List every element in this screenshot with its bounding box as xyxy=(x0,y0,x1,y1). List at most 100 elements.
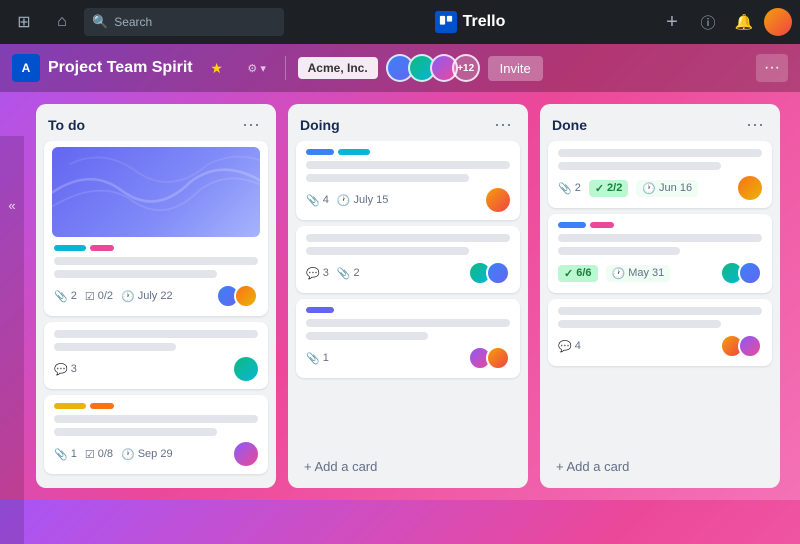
card-6-avatars xyxy=(468,346,510,370)
attachment-count: 📎 2 xyxy=(558,182,581,195)
board-more-btn[interactable]: ··· xyxy=(756,54,788,82)
list-todo-menu[interactable]: ··· xyxy=(238,114,264,135)
checklist-done-value: 6/6 xyxy=(576,267,591,279)
list-done-cards: 📎 2 ✓ 2/2 🕐 Jun 16 xyxy=(540,141,780,447)
done-card-1[interactable]: 📎 2 ✓ 2/2 🕐 Jun 16 xyxy=(548,141,772,208)
board-content: To do ··· xyxy=(0,92,792,500)
list-done-menu[interactable]: ··· xyxy=(742,114,768,135)
checklist-count: ☑ 0/8 xyxy=(85,448,113,461)
doing-card-1[interactable]: 📎 4 🕐 July 15 xyxy=(296,141,520,220)
label-cyan xyxy=(54,245,86,251)
due-date: 🕐 July 15 xyxy=(337,194,389,207)
todo-card-1[interactable]: 📎 2 ☑ 0/2 🕐 July 22 xyxy=(44,141,268,316)
list-done-title: Done xyxy=(552,117,587,133)
title-line-1 xyxy=(306,234,510,242)
nav-right-actions: + ⓘ 🔔 xyxy=(656,6,792,38)
invite-button[interactable]: Invite xyxy=(488,56,543,81)
card-9-title xyxy=(558,307,762,328)
attachment-value: 2 xyxy=(354,267,360,279)
clock-icon: 🕐 xyxy=(121,290,135,303)
card-5-title xyxy=(306,234,510,255)
attachment-value: 1 xyxy=(71,448,77,460)
done-card-2[interactable]: ✓ 6/6 🕐 May 31 xyxy=(548,214,772,293)
card-6-labels xyxy=(306,307,510,313)
label-indigo xyxy=(306,307,334,313)
workspace-badge[interactable]: Acme, Inc. xyxy=(298,57,378,79)
sidebar-toggle[interactable]: « xyxy=(0,136,24,544)
label-cyan xyxy=(338,149,370,155)
title-line-1 xyxy=(54,330,258,338)
title-line-1 xyxy=(306,161,510,169)
user-avatar[interactable] xyxy=(764,8,792,36)
attachment-icon: 📎 xyxy=(306,194,320,207)
checklist-icon: ☑ xyxy=(85,448,95,461)
clock-icon: 🕐 xyxy=(121,448,135,461)
attachment-icon: 📎 xyxy=(558,182,572,195)
card-2-avatar xyxy=(234,357,258,381)
attachment-count: 📎 1 xyxy=(306,352,329,365)
title-line-2 xyxy=(54,270,217,278)
board-menu-btn[interactable]: ⚙ ▾ xyxy=(241,52,273,84)
title-line-1 xyxy=(558,307,762,315)
list-doing: Doing ··· 📎 xyxy=(288,104,528,488)
card-4-meta: 📎 4 🕐 July 15 xyxy=(306,188,510,212)
grid-icon-btn[interactable]: ⊞ xyxy=(8,6,40,38)
attachment-count: 📎 4 xyxy=(306,194,329,207)
title-line-2 xyxy=(558,162,721,170)
card-3-meta: 📎 1 ☑ 0/8 🕐 Sep 29 xyxy=(54,442,258,466)
attachment-value: 2 xyxy=(71,290,77,302)
list-doing-title: Doing xyxy=(300,117,340,133)
card-8-labels xyxy=(558,222,762,228)
checklist-value: 0/8 xyxy=(98,448,113,460)
add-btn[interactable]: + xyxy=(656,6,688,38)
title-line-1 xyxy=(54,415,258,423)
title-line-2 xyxy=(306,174,469,182)
list-doing-menu[interactable]: ··· xyxy=(490,114,516,135)
card-8-avatars xyxy=(720,261,762,285)
done-card-3[interactable]: 💬 4 xyxy=(548,299,772,366)
checklist-done-badge: ✓ 2/2 xyxy=(589,180,629,197)
card-3-avatar xyxy=(234,442,258,466)
search-bar[interactable]: 🔍 Search xyxy=(84,8,284,36)
member-count[interactable]: +12 xyxy=(452,54,480,82)
comment-icon: 💬 xyxy=(558,340,572,353)
home-btn[interactable]: ⌂ xyxy=(46,6,78,38)
board-area: « To do ··· xyxy=(0,92,800,500)
card-4-labels xyxy=(306,149,510,155)
add-card-doing-btn[interactable]: + Add a card xyxy=(296,453,520,480)
doing-card-3[interactable]: 📎 1 xyxy=(296,299,520,378)
attachment-icon: 📎 xyxy=(54,448,68,461)
date-value: Jun 16 xyxy=(659,182,692,194)
list-todo-header: To do ··· xyxy=(36,104,276,141)
title-line-1 xyxy=(558,234,762,242)
card-4-title xyxy=(306,161,510,182)
search-icon: 🔍 xyxy=(92,14,108,30)
info-btn[interactable]: ⓘ xyxy=(692,6,724,38)
due-date-badge: 🕐 Jun 16 xyxy=(636,180,698,197)
comment-value: 4 xyxy=(575,340,581,352)
card-3-labels xyxy=(54,403,258,409)
app-title-area: Trello xyxy=(290,11,650,33)
title-line-2 xyxy=(558,247,680,255)
card-1-title xyxy=(54,257,258,278)
todo-card-3[interactable]: 📎 1 ☑ 0/8 🕐 Sep 29 xyxy=(44,395,268,474)
collapse-icon[interactable]: « xyxy=(4,194,19,217)
trello-logo: Trello xyxy=(435,11,506,33)
attachment-count: 📎 1 xyxy=(54,448,77,461)
card-4-avatar xyxy=(486,188,510,212)
bell-btn[interactable]: 🔔 xyxy=(728,6,760,38)
date-value: May 31 xyxy=(628,267,664,279)
star-btn[interactable]: ★ xyxy=(201,52,233,84)
doing-card-2[interactable]: 💬 3 📎 2 xyxy=(296,226,520,293)
card-9-meta: 💬 4 xyxy=(558,334,762,358)
add-card-done-btn[interactable]: + Add a card xyxy=(548,453,772,480)
due-date-badge: 🕐 May 31 xyxy=(606,265,671,282)
attachment-count: 📎 2 xyxy=(337,267,360,280)
board-logo: A xyxy=(12,54,40,82)
label-pink xyxy=(590,222,614,228)
checklist-icon: ☑ xyxy=(85,290,95,303)
todo-card-2[interactable]: 💬 3 xyxy=(44,322,268,389)
clock-icon: 🕐 xyxy=(612,267,626,280)
card-5-meta: 💬 3 📎 2 xyxy=(306,261,510,285)
checklist-done-badge: ✓ 6/6 xyxy=(558,265,598,282)
